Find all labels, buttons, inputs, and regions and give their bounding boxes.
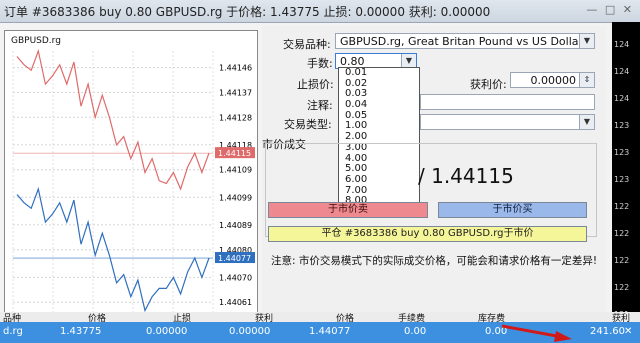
row-stop-loss: 0.00000	[146, 326, 188, 337]
col-swap: 库存费	[478, 314, 506, 324]
execution-notice: 注意: 市价交易模式下的实际成交价格，可能会和请求价格有一定差异!	[271, 255, 598, 267]
col-profit: 获利	[612, 314, 631, 324]
y-tick-label: 1.44146	[219, 64, 252, 73]
price-display: / 1.44115	[418, 164, 514, 188]
annotation-arrow	[501, 324, 572, 342]
row-commission: 0.00	[404, 326, 427, 337]
symbol-select[interactable]: GBPUSD.rg, Great Britan Pound vs US Doll…	[335, 33, 595, 49]
chevron-down-icon[interactable]: ▼	[579, 115, 594, 129]
edge-price-label: 122	[614, 202, 630, 211]
edge-price-label: 122	[614, 229, 630, 238]
order-type-select[interactable]: ▼	[420, 114, 595, 130]
edge-price-label: 122	[614, 283, 630, 292]
bid-price-tag: 1.44115	[218, 149, 251, 158]
close-icon[interactable]: ✕	[624, 326, 632, 337]
y-tick-label: 1.44128	[219, 113, 252, 122]
stop-loss-label: 止损价:	[297, 78, 334, 91]
chart-plot: 1.441461.441371.441281.441181.441091.440…	[12, 48, 255, 316]
chevron-down-icon[interactable]: ▼	[401, 54, 416, 68]
y-tick-label: 1.44137	[219, 88, 252, 97]
sell-market-button[interactable]: 于市价卖	[268, 202, 428, 218]
bid-line	[16, 48, 210, 191]
edge-price-label: 124	[614, 67, 630, 76]
edge-price-label: 123	[614, 175, 630, 184]
close-order-button[interactable]: 平仓 #3683386 buy 0.80 GBPUSD.rg于市价	[268, 226, 587, 242]
background-chart-strip: 124124124123123123122122122122121	[612, 22, 640, 332]
col-price: 价格	[88, 314, 107, 324]
comment-field[interactable]	[420, 94, 595, 110]
row-symbol: d.rg	[3, 326, 23, 337]
y-tick-label: 1.44061	[219, 298, 252, 307]
symbol-label: 交易品种:	[283, 38, 331, 51]
col-commission: 手续费	[398, 314, 426, 324]
market-execution-group	[265, 143, 597, 237]
terminal-header: 品种 价格 止损 获利 价格 手续费 库存费 获利	[0, 312, 640, 324]
row-open-price: 1.43775	[60, 326, 102, 337]
row-current-price: 1.44077	[309, 326, 351, 337]
edge-price-label: 123	[614, 121, 630, 130]
window-controls[interactable]: — □ ✕	[586, 3, 634, 16]
col-sl: 止损	[173, 314, 192, 324]
tick-chart: GBPUSD.rg 1.44146 1.44137 1.44128 1.44118 1.…	[4, 30, 258, 324]
y-tick-label: 1.44089	[219, 221, 252, 230]
take-profit-value: 0.00000	[530, 74, 577, 87]
window-titlebar: 订单 #3683386 buy 0.80 GBPUSD.rg 于价格: 1.43…	[0, 0, 640, 23]
col-price2: 价格	[336, 314, 355, 324]
take-profit-field[interactable]: 0.00000 ⇕	[510, 72, 595, 88]
window-title: 订单 #3683386 buy 0.80 GBPUSD.rg 于价格: 1.43…	[4, 5, 491, 19]
buy-market-button[interactable]: 于市价买	[438, 202, 587, 218]
symbol-value: GBPUSD.rg, Great Britan Pound vs US Doll…	[340, 35, 584, 48]
col-tp: 获利	[255, 314, 274, 324]
edge-price-label: 123	[614, 148, 630, 157]
row-profit: 241.60	[590, 326, 625, 337]
y-tick-label: 1.44109	[219, 166, 252, 175]
col-symbol: 品种	[3, 314, 22, 324]
edge-price-label: 124	[614, 94, 630, 103]
y-tick-label: 1.44070	[219, 273, 252, 282]
row-take-profit: 0.00000	[229, 326, 271, 337]
edge-price-label: 122	[614, 256, 630, 265]
comment-label: 注释:	[307, 99, 333, 112]
lots-label: 手数:	[307, 57, 333, 70]
edge-price-label: 124	[614, 40, 630, 49]
ask-price-tag: 1.44077	[218, 254, 251, 263]
order-type-label: 交易类型:	[284, 118, 332, 131]
take-profit-label: 获利价:	[470, 78, 507, 91]
chevron-down-icon[interactable]: ▼	[579, 34, 594, 48]
y-tick-label: 1.44099	[219, 193, 252, 202]
stepper-icon[interactable]: ⇕	[579, 73, 594, 87]
